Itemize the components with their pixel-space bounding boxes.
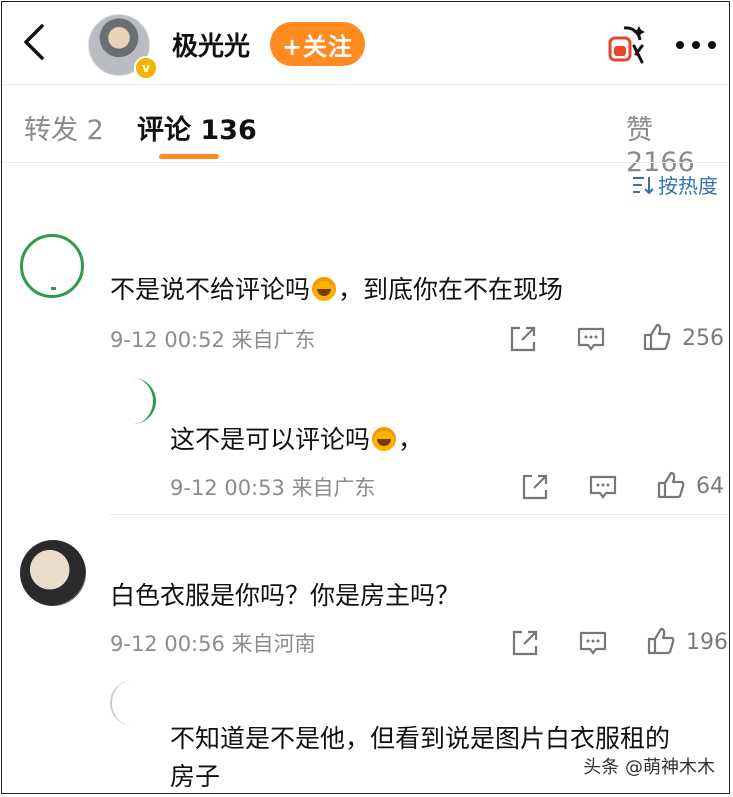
comment-location: 来自广东: [291, 476, 376, 500]
comment-time: 9-12 00:56: [110, 632, 225, 656]
comment-text: 不是说不给评论吗 ，到底你在不在现场: [110, 270, 563, 306]
comment-meta: 9-12 00:56 来自河南: [110, 628, 316, 658]
like-icon[interactable]: [646, 626, 676, 656]
comment-text-part: ，到底你在不在现场: [338, 275, 564, 304]
ai-icon[interactable]: [606, 24, 646, 64]
like-count: 256: [682, 326, 724, 351]
comment-time: 9-12 00:53: [170, 476, 285, 500]
comment-meta: 9-12 00:53 来自广东: [170, 472, 376, 502]
username[interactable]: 极光光: [172, 26, 250, 63]
sort-button[interactable]: 按热度: [632, 170, 718, 199]
comment-meta: 9-12 00:52 来自广东: [110, 324, 316, 354]
avatar[interactable]: [110, 378, 156, 424]
follow-button[interactable]: +关注: [270, 22, 365, 66]
comment-text: 白色衣服是你吗？你是房主吗？: [110, 581, 461, 610]
comment-screen: v 极光光 +关注 转发 2 评论 136 赞 2166 按热度 不是说不给评论…: [1, 1, 730, 794]
more-icon[interactable]: [674, 40, 718, 50]
avatar[interactable]: [20, 234, 84, 298]
share-icon[interactable]: [510, 628, 540, 658]
avatar[interactable]: [20, 540, 86, 606]
comment-time: 9-12 00:52: [110, 328, 225, 352]
like-icon[interactable]: [642, 322, 672, 352]
comment-icon[interactable]: [578, 628, 608, 658]
laugh-cry-emoji-icon: [372, 427, 397, 451]
like-count: 196: [686, 630, 728, 655]
comment-text-part: 不是说不给评论吗: [110, 275, 311, 304]
back-arrow-icon[interactable]: [20, 22, 48, 62]
divider: [2, 84, 729, 85]
verified-badge-icon: v: [134, 56, 158, 80]
comment-text-part: ，: [398, 425, 424, 454]
comment-location: 来自河南: [231, 632, 316, 656]
tab-repost[interactable]: 转发 2: [24, 108, 104, 147]
comment-icon[interactable]: [588, 472, 618, 502]
comment-location: 来自广东: [231, 328, 316, 352]
share-icon[interactable]: [520, 472, 550, 502]
avatar[interactable]: [110, 680, 156, 726]
comment-icon[interactable]: [576, 324, 606, 354]
divider: [110, 514, 729, 515]
like-count: 64: [696, 474, 724, 499]
like-icon[interactable]: [656, 470, 686, 500]
sort-icon: [633, 176, 654, 194]
reply-text: 这不是可以评论吗 ，: [170, 420, 423, 456]
tab-comments[interactable]: 评论 136: [137, 108, 257, 147]
comment-text-part: 这不是可以评论吗: [170, 425, 371, 454]
active-tab-indicator: [159, 154, 219, 159]
share-icon[interactable]: [508, 324, 538, 354]
tab-likes[interactable]: 赞 2166: [626, 108, 729, 178]
sort-label: 按热度: [658, 174, 718, 198]
watermark: 头条 @萌神木木: [583, 757, 715, 778]
divider: [2, 162, 729, 163]
laugh-cry-emoji-icon: [312, 277, 337, 301]
